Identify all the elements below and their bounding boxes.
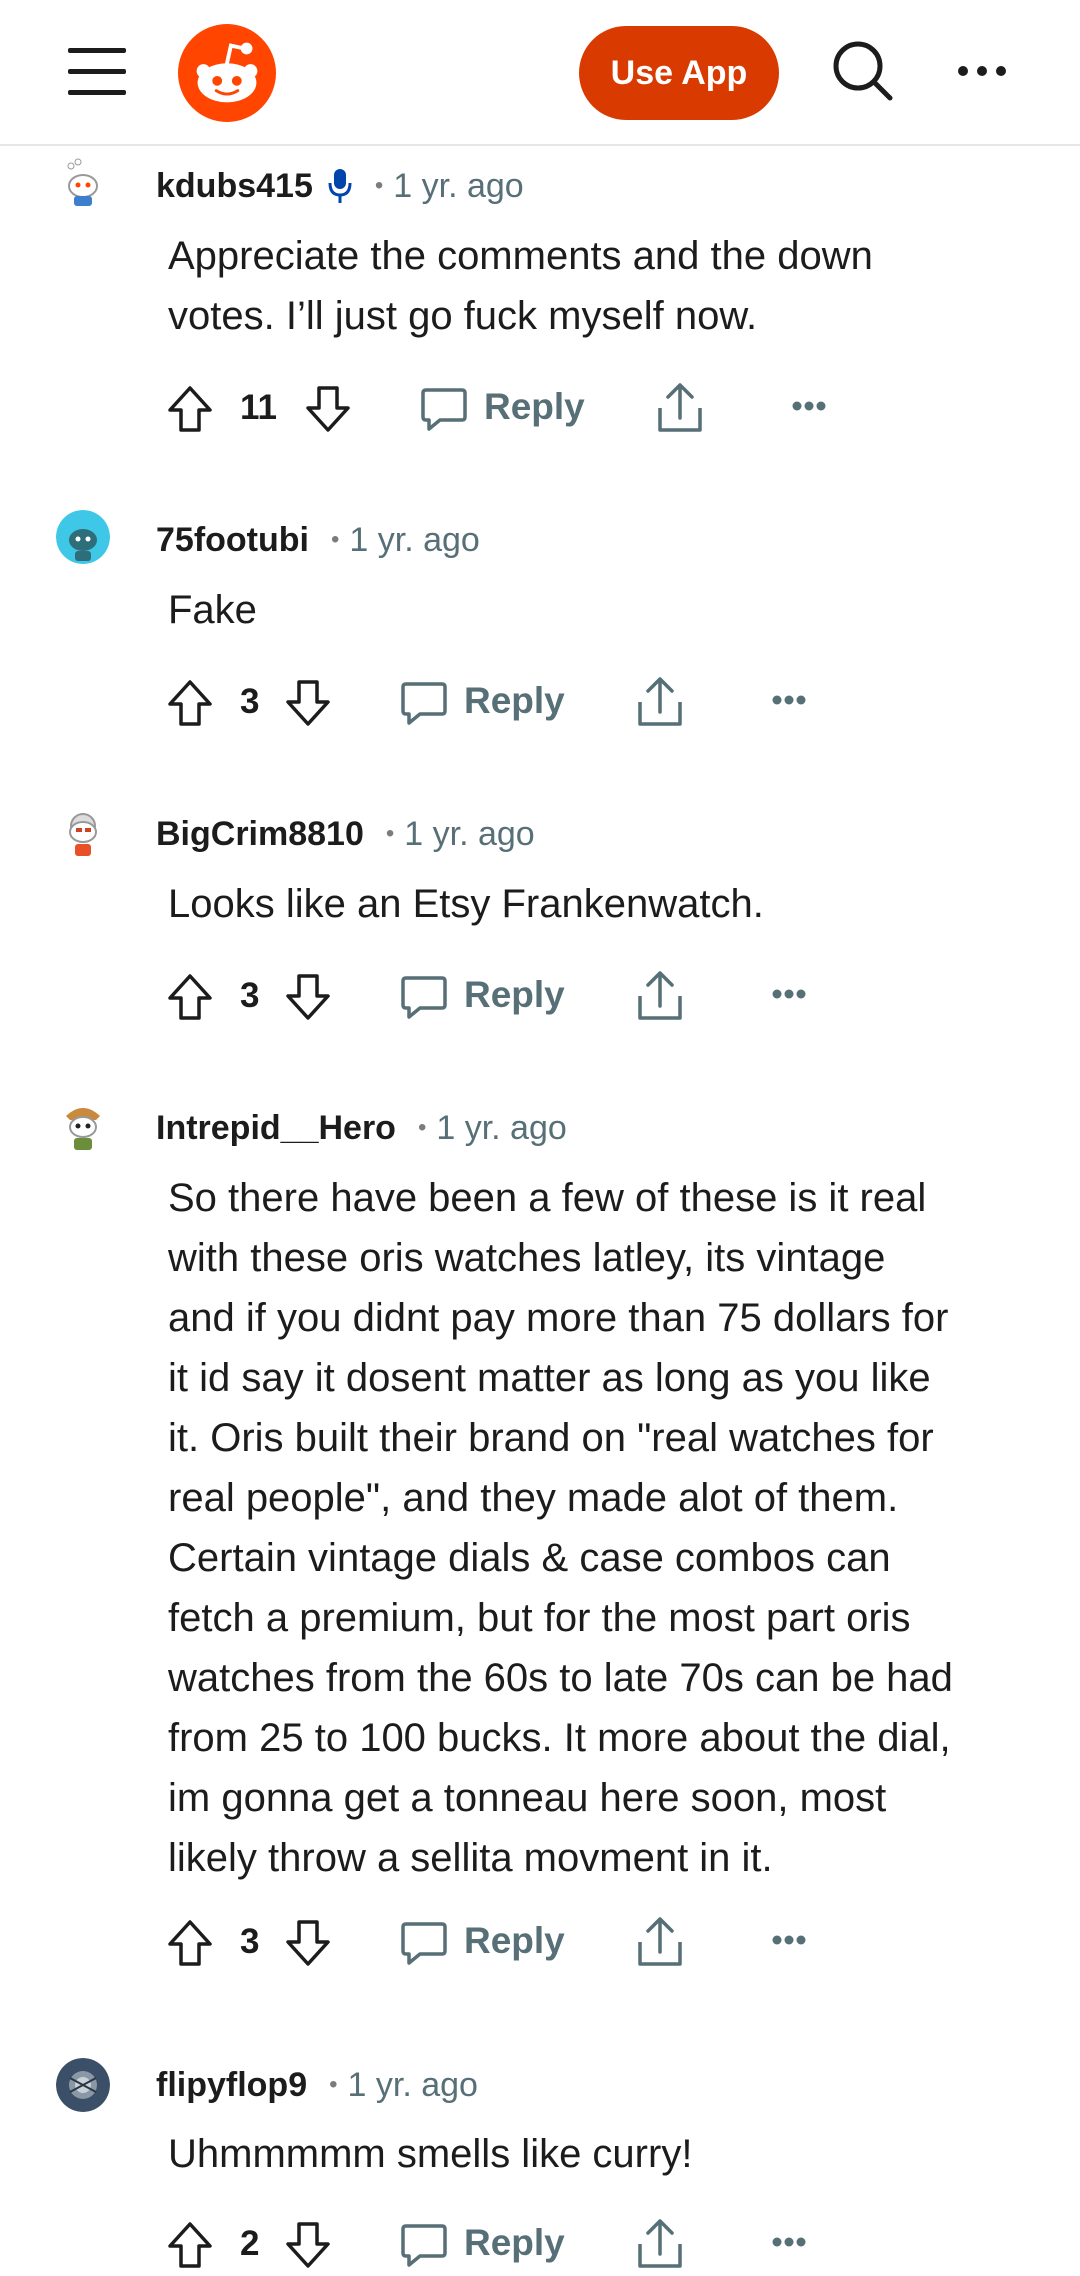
comment-meta: flipyflop9 • 1 yr. ago xyxy=(156,2060,478,2110)
separator-dot: • xyxy=(385,820,395,847)
more-options-icon[interactable] xyxy=(772,694,806,706)
separator-dot: • xyxy=(330,526,340,553)
timestamp: 1 yr. ago xyxy=(393,166,524,205)
comment-meta: 75footubi • 1 yr. ago xyxy=(156,515,480,565)
share-icon[interactable] xyxy=(636,674,684,728)
separator-dot: • xyxy=(417,1114,427,1141)
downvote-icon[interactable] xyxy=(284,2220,332,2270)
more-options-icon[interactable] xyxy=(772,2236,806,2248)
upvote-icon[interactable] xyxy=(166,678,214,728)
upvote-icon[interactable] xyxy=(166,1918,214,1968)
reply-button[interactable]: Reply xyxy=(464,680,565,722)
username[interactable]: flipyflop9 xyxy=(156,2066,307,2105)
reddit-logo[interactable] xyxy=(178,24,276,122)
more-options-icon[interactable] xyxy=(792,400,826,412)
separator-dot: • xyxy=(329,2071,338,2098)
comment-actions: 3 Reply xyxy=(166,672,866,732)
share-icon[interactable] xyxy=(636,968,684,1022)
user-avatar[interactable] xyxy=(56,2058,110,2112)
downvote-icon[interactable] xyxy=(284,1918,332,1968)
upvote-icon[interactable] xyxy=(166,384,214,434)
timestamp: 1 yr. ago xyxy=(404,814,535,853)
comment-actions: 3 Reply xyxy=(166,1912,866,1972)
downvote-icon[interactable] xyxy=(284,972,332,1022)
downvote-icon[interactable] xyxy=(284,678,332,728)
username[interactable]: Intrepid__Hero xyxy=(156,1109,396,1148)
share-icon[interactable] xyxy=(636,2216,684,2270)
comment-bubble-icon[interactable] xyxy=(400,974,448,1020)
upvote-icon[interactable] xyxy=(166,2220,214,2270)
comment-meta: kdubs415 • 1 yr. ago xyxy=(156,161,524,211)
vote-count: 3 xyxy=(240,682,260,721)
timestamp: 1 yr. ago xyxy=(349,520,480,559)
more-options-icon[interactable] xyxy=(772,988,806,1000)
share-icon[interactable] xyxy=(656,380,704,434)
comment-body: Fake xyxy=(168,588,257,632)
comment-body: Looks like an Etsy Frankenwatch. xyxy=(168,882,764,926)
more-icon[interactable] xyxy=(958,64,1008,78)
username[interactable]: kdubs415 xyxy=(156,167,313,206)
user-avatar[interactable] xyxy=(56,804,110,858)
reply-button[interactable]: Reply xyxy=(464,2222,565,2264)
microphone-icon xyxy=(328,169,352,203)
vote-count: 3 xyxy=(240,976,260,1015)
reply-button[interactable]: Reply xyxy=(464,1920,565,1962)
comment-actions: 11 Reply xyxy=(166,378,866,438)
reply-button[interactable]: Reply xyxy=(464,974,565,1016)
more-options-icon[interactable] xyxy=(772,1934,806,1946)
vote-count: 3 xyxy=(240,1922,260,1961)
comment-bubble-icon[interactable] xyxy=(400,680,448,726)
menu-icon[interactable] xyxy=(68,48,126,96)
use-app-button[interactable]: Use App xyxy=(579,26,779,120)
share-icon[interactable] xyxy=(636,1914,684,1968)
comment-actions: 3 Reply xyxy=(166,966,866,1026)
top-header: Use App xyxy=(0,0,1080,146)
comment-meta: BigCrim8810 • 1 yr. ago xyxy=(156,809,535,859)
comment-actions: 2 Reply xyxy=(166,2214,866,2274)
vote-count: 2 xyxy=(240,2224,260,2263)
user-avatar[interactable] xyxy=(56,510,110,564)
timestamp: 1 yr. ago xyxy=(347,2065,478,2104)
vote-count: 11 xyxy=(240,388,277,427)
username[interactable]: BigCrim8810 xyxy=(156,815,364,854)
comment-meta: Intrepid__Hero • 1 yr. ago xyxy=(156,1103,567,1153)
comment-body: Appreciate the comments and the down vot… xyxy=(168,234,873,338)
timestamp: 1 yr. ago xyxy=(436,1108,567,1147)
user-avatar[interactable] xyxy=(56,156,110,210)
username[interactable]: 75footubi xyxy=(156,521,309,560)
comment-bubble-icon[interactable] xyxy=(400,1920,448,1966)
comment-body: So there have been a few of these is it … xyxy=(168,1176,953,1880)
upvote-icon[interactable] xyxy=(166,972,214,1022)
reply-button[interactable]: Reply xyxy=(484,386,585,428)
search-icon[interactable] xyxy=(830,38,896,104)
user-avatar[interactable] xyxy=(56,1098,110,1152)
comment-bubble-icon[interactable] xyxy=(420,386,468,432)
comment-bubble-icon[interactable] xyxy=(400,2222,448,2268)
separator-dot: • xyxy=(374,172,384,199)
comment-body: Uhmmmmm smells like curry! xyxy=(168,2132,693,2176)
downvote-icon[interactable] xyxy=(304,384,352,434)
